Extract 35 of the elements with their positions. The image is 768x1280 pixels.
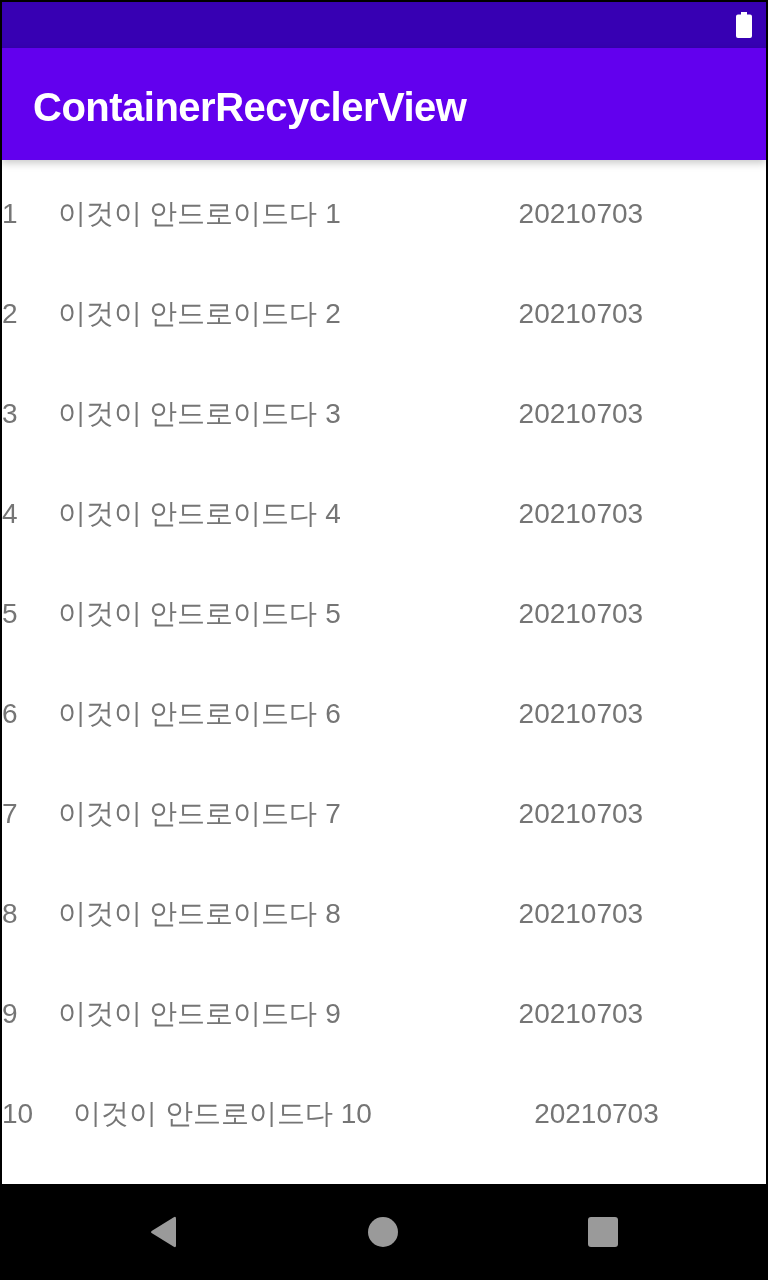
row-number: 5: [2, 598, 18, 630]
row-number: 9: [2, 998, 18, 1030]
row-date: 20210703: [518, 898, 644, 930]
row-date: 20210703: [518, 998, 644, 1030]
row-number: 4: [2, 498, 18, 530]
recents-square-icon: [588, 1217, 618, 1247]
battery-icon: [736, 12, 752, 38]
row-title: 이것이 안드로이드다 3: [57, 397, 341, 431]
row-number: 8: [2, 898, 18, 930]
row-title: 이것이 안드로이드다 1: [57, 197, 341, 231]
row-number: 1: [2, 198, 18, 230]
row-title: 이것이 안드로이드다 5: [57, 597, 341, 631]
row-number: 6: [2, 698, 18, 730]
row-number: 7: [2, 798, 18, 830]
row-title: 이것이 안드로이드다 4: [57, 497, 341, 531]
home-circle-icon: [368, 1217, 398, 1247]
row-number: 3: [2, 398, 18, 430]
row-title: 이것이 안드로이드다 8: [57, 897, 341, 931]
row-number: 2: [2, 298, 18, 330]
row-date: 20210703: [518, 198, 644, 230]
row-title: 이것이 안드로이드다 9: [57, 997, 341, 1031]
row-date: 20210703: [518, 398, 644, 430]
row-date: 20210703: [518, 498, 644, 530]
row-title: 이것이 안드로이드다 7: [57, 797, 341, 831]
row-title: 이것이 안드로이드다 10: [73, 1097, 372, 1131]
back-triangle-icon: [150, 1216, 178, 1248]
row-date: 20210703: [518, 798, 644, 830]
row-number: 10: [2, 1098, 34, 1130]
row-title: 이것이 안드로이드다 2: [57, 297, 341, 331]
row-title: 이것이 안드로이드다 6: [57, 697, 341, 731]
app-title: ContainerRecyclerView: [33, 84, 467, 130]
row-date: 20210703: [518, 298, 644, 330]
row-date: 20210703: [534, 1098, 659, 1130]
row-date: 20210703: [518, 698, 644, 730]
row-date: 20210703: [518, 598, 644, 630]
